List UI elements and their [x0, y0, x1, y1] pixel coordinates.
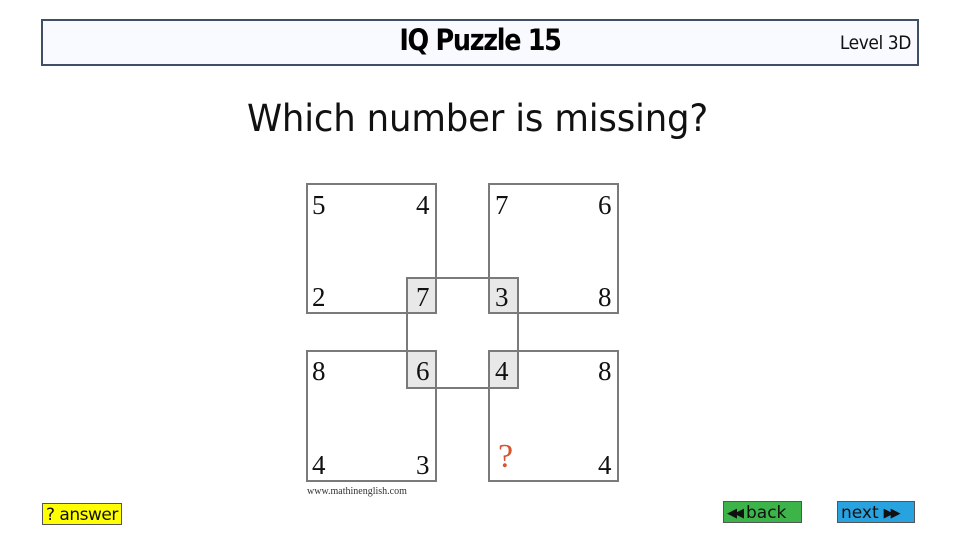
next-button[interactable]: next ▶▶	[837, 501, 915, 523]
puzzle-figure: 5 4 2 7 7 6 3 8 8 6 4 3 4 8 ? 4 www.math…	[0, 0, 960, 540]
number-cell: 7	[416, 282, 430, 312]
number-cell: 2	[312, 282, 326, 312]
missing-number-marker: ?	[498, 438, 514, 475]
answer-button[interactable]: ? answer	[42, 503, 122, 525]
number-cell: 5	[312, 190, 326, 220]
number-cell: 8	[598, 282, 612, 312]
source-credit: www.mathinenglish.com	[307, 486, 407, 497]
number-cell: 7	[495, 190, 509, 220]
number-cell: 3	[495, 282, 509, 312]
number-cell: 4	[495, 356, 509, 386]
number-cell: 6	[416, 356, 430, 386]
back-button[interactable]: ◀◀ back	[723, 501, 802, 523]
back-label: back	[746, 503, 787, 523]
fast-forward-icon: ▶▶	[883, 506, 901, 521]
number-cell: 8	[598, 356, 612, 386]
number-cell: 3	[416, 450, 430, 480]
number-cell: 4	[312, 450, 326, 480]
number-cell: 4	[598, 450, 612, 480]
number-cell: 4	[416, 190, 430, 220]
number-cell: 6	[598, 190, 612, 220]
next-label: next	[841, 503, 879, 523]
rewind-icon: ◀◀	[727, 506, 744, 521]
number-cell: 8	[312, 356, 326, 386]
